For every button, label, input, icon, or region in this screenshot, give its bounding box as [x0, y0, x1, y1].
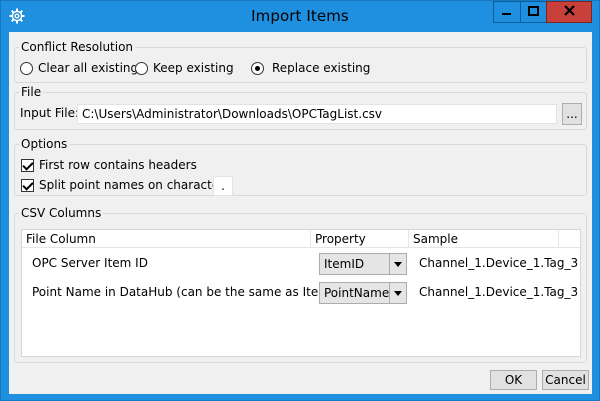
browse-button[interactable]: ... — [562, 103, 582, 125]
file-group: File Input File: C:\Users\Administrator\… — [14, 84, 587, 130]
column-header-filler — [559, 230, 580, 248]
csv-columns-grid[interactable]: File Column Property Sample OPC Server I… — [21, 229, 581, 357]
property-dropdown[interactable]: PointName — [319, 282, 407, 304]
maximize-icon — [528, 5, 539, 19]
property-dropdown-value: PointName — [324, 286, 390, 300]
chevron-down-icon[interactable] — [389, 283, 406, 303]
checkbox-checked-icon[interactable] — [21, 178, 34, 192]
radio-label: Clear all existing — [38, 61, 139, 75]
close-icon — [563, 5, 575, 19]
split-names-label: Split point names on character: — [39, 178, 228, 192]
options-legend: Options — [19, 136, 70, 152]
property-dropdown-value: ItemID — [324, 257, 365, 271]
property-dropdown[interactable]: ItemID — [319, 253, 407, 275]
dialog-body: Conflict Resolution Clear all existing K… — [9, 32, 592, 394]
minimize-button[interactable] — [493, 1, 520, 23]
file-legend: File — [19, 84, 44, 100]
ok-button[interactable]: OK — [490, 370, 537, 390]
input-file-field[interactable]: C:\Users\Administrator\Downloads\OPCTagL… — [77, 104, 557, 124]
chevron-down-icon[interactable] — [389, 254, 406, 274]
minimize-icon — [502, 5, 512, 19]
row-file-column: OPC Server Item ID — [32, 256, 148, 270]
close-button[interactable] — [546, 1, 592, 23]
title-bar[interactable]: Import Items — [1, 1, 599, 32]
column-header-sample[interactable]: Sample — [409, 230, 559, 248]
conflict-resolution-legend: Conflict Resolution — [19, 39, 136, 55]
radio-clear-all-existing[interactable]: Clear all existing — [20, 61, 138, 75]
first-row-headers-label: First row contains headers — [39, 158, 197, 172]
radio-label: Keep existing — [153, 61, 234, 75]
row-file-column: Point Name in DataHub (can be the same a… — [32, 285, 348, 299]
input-file-label: Input File: — [20, 106, 80, 120]
radio-keep-existing[interactable]: Keep existing — [135, 61, 234, 75]
csv-columns-legend: CSV Columns — [19, 205, 104, 221]
row-sample: Channel_1.Device_1.Tag_3 — [419, 256, 579, 270]
checkbox-checked-icon[interactable] — [21, 158, 34, 172]
first-row-headers-checkbox[interactable]: First row contains headers — [21, 158, 197, 172]
row-sample: Channel_1.Device_1.Tag_3 — [419, 285, 579, 299]
radio-circle-icon[interactable] — [20, 61, 33, 75]
cancel-button[interactable]: Cancel — [542, 370, 589, 390]
radio-replace-existing[interactable]: Replace existing — [251, 61, 370, 75]
csv-columns-group: CSV Columns File Column Property Sample … — [14, 205, 587, 363]
maximize-button[interactable] — [520, 1, 546, 23]
column-header-property[interactable]: Property — [311, 230, 409, 248]
split-names-checkbox[interactable]: Split point names on character: — [21, 178, 228, 192]
column-header-file-column[interactable]: File Column — [22, 230, 311, 248]
radio-selected-icon[interactable] — [251, 61, 264, 75]
conflict-resolution-group: Conflict Resolution Clear all existing K… — [14, 39, 587, 83]
radio-circle-icon[interactable] — [135, 61, 148, 75]
options-group: Options First row contains headers Split… — [14, 136, 587, 196]
import-items-window: Import Items Conflict Resolution Clear a… — [0, 0, 600, 401]
radio-label: Replace existing — [272, 61, 371, 75]
split-character-field[interactable]: . — [213, 176, 233, 196]
